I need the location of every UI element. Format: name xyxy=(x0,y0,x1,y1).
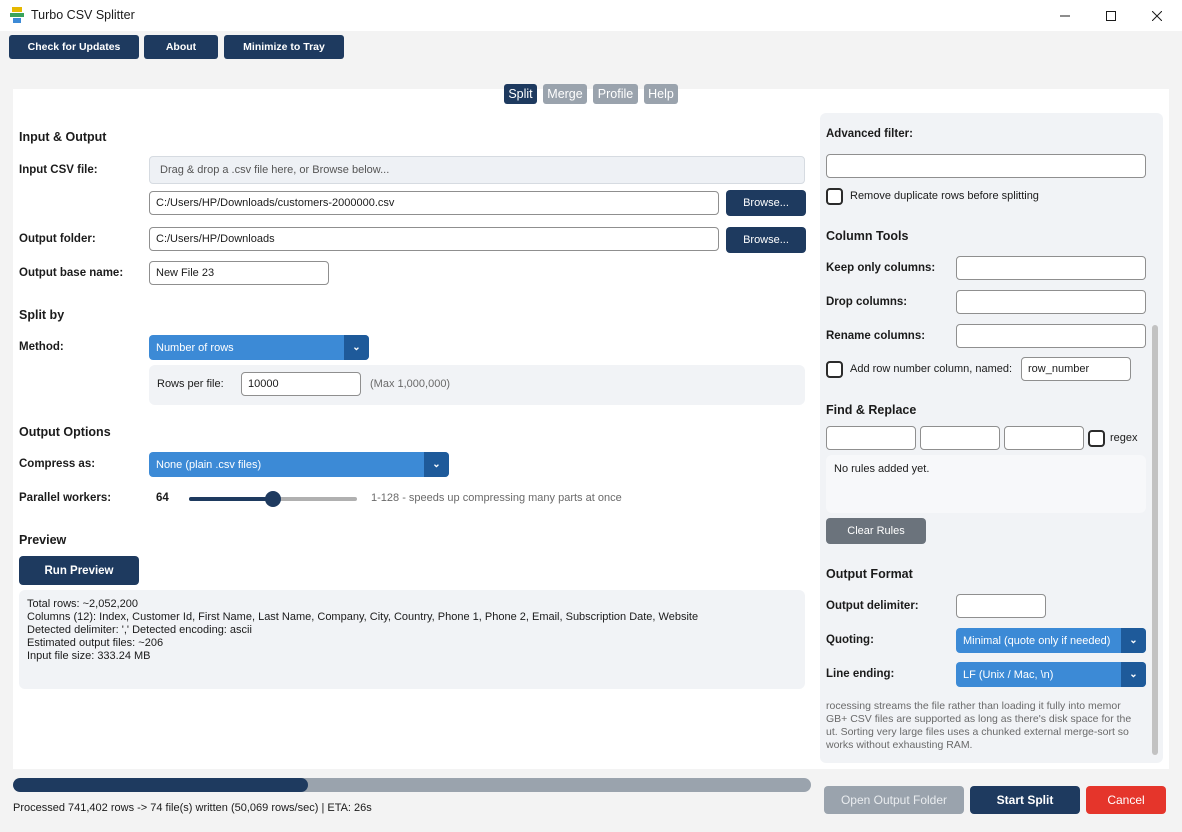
check-updates-button[interactable]: Check for Updates xyxy=(9,35,139,59)
replace-field[interactable] xyxy=(920,426,1000,450)
workers-label: Parallel workers: xyxy=(19,492,112,504)
split-progress-bar xyxy=(13,778,811,792)
rename-columns-label: Rename columns: xyxy=(826,330,926,342)
advanced-filter-field[interactable] xyxy=(826,154,1146,178)
open-output-folder-button[interactable]: Open Output Folder xyxy=(824,786,964,814)
find-field[interactable] xyxy=(826,426,916,450)
regex-label: regex xyxy=(1110,432,1138,444)
info-line: ut. Sorting very large files uses a chun… xyxy=(826,726,1129,738)
right-panel-scrollbar[interactable] xyxy=(1152,325,1158,755)
compress-label: Compress as: xyxy=(19,458,96,470)
output-format-heading: Output Format xyxy=(826,567,913,581)
rows-per-file-label: Rows per file: xyxy=(157,378,224,390)
cancel-button[interactable]: Cancel xyxy=(1086,786,1166,814)
preview-line: Columns (12): Index, Customer Id, First … xyxy=(27,611,699,623)
rename-columns-field[interactable] xyxy=(956,324,1146,348)
split-progress-fill xyxy=(13,778,309,792)
start-split-button[interactable]: Start Split xyxy=(970,786,1080,814)
delimiter-label: Output delimiter: xyxy=(826,600,919,612)
chevron-down-icon: ⌄ xyxy=(424,452,449,477)
no-rules-text: No rules added yet. xyxy=(834,463,930,475)
output-folder-field[interactable]: C:/Users/HP/Downloads xyxy=(149,227,719,251)
preview-line: Detected delimiter: ',' Detected encodin… xyxy=(27,624,252,636)
add-row-number-checkbox[interactable] xyxy=(826,361,843,378)
line-ending-select-value: LF (Unix / Mac, \n) xyxy=(963,668,1054,681)
input-path-field[interactable]: C:/Users/HP/Downloads/customers-2000000.… xyxy=(149,191,719,215)
quoting-select-value: Minimal (quote only if needed) xyxy=(963,634,1111,647)
column-scope-field[interactable] xyxy=(1004,426,1084,450)
line-ending-label: Line ending: xyxy=(826,668,895,680)
minimize-window-button[interactable] xyxy=(1042,0,1088,31)
rows-per-file-field[interactable]: 10000 xyxy=(241,372,361,396)
method-select[interactable]: Number of rows ⌄ xyxy=(149,335,369,360)
regex-checkbox[interactable] xyxy=(1088,430,1105,447)
chevron-down-icon: ⌄ xyxy=(1121,662,1146,687)
run-preview-button[interactable]: Run Preview xyxy=(19,556,139,585)
split-by-heading: Split by xyxy=(19,308,65,322)
window-title: Turbo CSV Splitter xyxy=(31,8,135,22)
base-name-field[interactable]: New File 23 xyxy=(149,261,329,285)
close-window-button[interactable] xyxy=(1134,0,1180,31)
quoting-label: Quoting: xyxy=(826,634,874,646)
preview-line: Input file size: 333.24 MB xyxy=(27,650,151,662)
info-line: works without exhausting RAM. xyxy=(826,739,973,751)
output-options-heading: Output Options xyxy=(19,425,111,439)
info-line: rocessing streams the file rather than l… xyxy=(826,700,1121,712)
compress-select[interactable]: None (plain .csv files) ⌄ xyxy=(149,452,449,477)
keep-columns-label: Keep only columns: xyxy=(826,262,936,274)
preview-heading: Preview xyxy=(19,533,67,547)
chevron-down-icon: ⌄ xyxy=(1121,628,1146,653)
find-replace-heading: Find & Replace xyxy=(826,403,917,417)
maximize-icon xyxy=(1106,10,1116,21)
preview-line: Total rows: ~2,052,200 xyxy=(27,598,138,610)
tab-split[interactable]: Split xyxy=(504,84,537,104)
workers-hint: 1-128 - speeds up compressing many parts… xyxy=(371,492,622,504)
drop-columns-label: Drop columns: xyxy=(826,296,908,308)
status-text: Processed 741,402 rows -> 74 file(s) wri… xyxy=(13,802,372,814)
chevron-down-icon: ⌄ xyxy=(344,335,369,360)
tab-merge[interactable]: Merge xyxy=(543,84,587,104)
quoting-select[interactable]: Minimal (quote only if needed) ⌄ xyxy=(956,628,1146,653)
delimiter-field[interactable] xyxy=(956,594,1046,618)
preview-line: Estimated output files: ~206 xyxy=(27,637,164,649)
input-csv-label: Input CSV file: xyxy=(19,164,98,176)
remove-duplicates-label: Remove duplicate rows before splitting xyxy=(850,190,1039,202)
about-button[interactable]: About xyxy=(144,35,218,59)
advanced-filter-label: Advanced filter: xyxy=(826,128,913,140)
csv-dropzone[interactable]: Drag & drop a .csv file here, or Browse … xyxy=(149,156,805,184)
workers-value: 64 xyxy=(156,492,169,504)
input-output-heading: Input & Output xyxy=(19,130,107,144)
minimize-tray-button[interactable]: Minimize to Tray xyxy=(224,35,344,59)
row-number-name-field[interactable]: row_number xyxy=(1021,357,1131,381)
tab-profile[interactable]: Profile xyxy=(593,84,638,104)
close-icon xyxy=(1152,10,1162,21)
app-icon xyxy=(10,7,24,23)
clear-rules-button[interactable]: Clear Rules xyxy=(826,518,926,544)
method-select-value: Number of rows xyxy=(156,341,234,354)
tab-help[interactable]: Help xyxy=(644,84,678,104)
rows-max-hint: (Max 1,000,000) xyxy=(370,378,451,390)
browse-output-button[interactable]: Browse... xyxy=(726,227,806,253)
browse-input-button[interactable]: Browse... xyxy=(726,190,806,216)
minimize-icon xyxy=(1060,15,1070,16)
base-name-label: Output base name: xyxy=(19,267,124,279)
workers-slider-handle[interactable] xyxy=(265,491,281,507)
column-tools-heading: Column Tools xyxy=(826,229,909,243)
info-line: GB+ CSV files are supported as long as t… xyxy=(826,713,1132,725)
remove-duplicates-checkbox[interactable] xyxy=(826,188,843,205)
title-bar: Turbo CSV Splitter xyxy=(0,0,1182,31)
maximize-window-button[interactable] xyxy=(1088,0,1134,31)
workers-slider-fill xyxy=(189,497,273,501)
keep-columns-field[interactable] xyxy=(956,256,1146,280)
top-toolbar: Check for Updates About Minimize to Tray xyxy=(0,31,1182,63)
line-ending-select[interactable]: LF (Unix / Mac, \n) ⌄ xyxy=(956,662,1146,687)
memory-info-text: rocessing streams the file rather than l… xyxy=(826,700,1148,756)
drop-columns-field[interactable] xyxy=(956,290,1146,314)
add-row-number-label: Add row number column, named: xyxy=(850,363,1013,375)
output-folder-label: Output folder: xyxy=(19,233,96,245)
compress-select-value: None (plain .csv files) xyxy=(156,458,262,471)
method-label: Method: xyxy=(19,341,64,353)
